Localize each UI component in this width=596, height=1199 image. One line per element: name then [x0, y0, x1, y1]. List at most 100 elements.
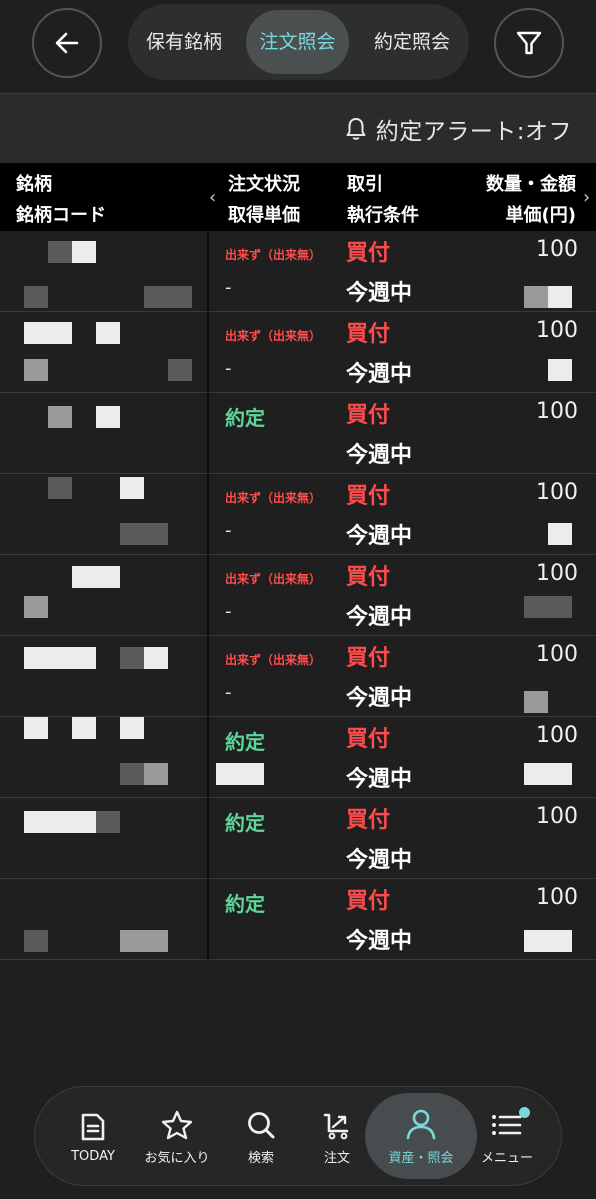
- masked-stock-name: [96, 406, 120, 428]
- masked-unit-price: [216, 763, 264, 785]
- masked-stock-name: [48, 241, 72, 263]
- notification-dot: [519, 1107, 530, 1118]
- header-order-status: 注文状況: [228, 174, 300, 195]
- order-status: 出来ず（出来無）: [225, 247, 322, 262]
- bell-icon: [346, 118, 366, 140]
- table-row[interactable]: 約定 買付 今週中 100: [0, 393, 596, 474]
- document-icon: [81, 1113, 105, 1140]
- masked-stock-code: [24, 286, 48, 308]
- trade-type: 買付: [346, 646, 391, 671]
- back-button[interactable]: [32, 8, 102, 78]
- order-status: 出来ず（出来無）: [225, 328, 322, 343]
- table-row[interactable]: 出来ず（出来無） - 買付 今週中 100: [0, 474, 596, 555]
- trade-type: 買付: [346, 565, 391, 590]
- star-icon: [161, 1110, 193, 1139]
- masked-price: [524, 596, 572, 618]
- cart-icon: [323, 1113, 349, 1139]
- trade-type: 買付: [346, 727, 391, 752]
- masked-price: [548, 523, 572, 545]
- quantity: 100: [536, 480, 578, 505]
- nav-label: TODAY: [71, 1148, 115, 1164]
- tab-execution-inquiry[interactable]: 約定照会: [361, 10, 463, 74]
- nav-item-assets[interactable]: 資産・照会: [365, 1093, 477, 1179]
- filter-button[interactable]: [494, 8, 564, 78]
- nav-item-menu[interactable]: メニュー: [475, 1087, 539, 1187]
- masked-stock-code: [120, 763, 144, 785]
- table-row[interactable]: 出来ず（出来無） - 買付 今週中 100: [0, 231, 596, 312]
- nav-item-search[interactable]: 検索: [233, 1087, 289, 1187]
- header-price: 単価(円): [505, 205, 576, 226]
- masked-stock-name: [120, 647, 144, 669]
- unit-price: -: [225, 277, 232, 298]
- masked-stock-code: [120, 930, 168, 952]
- tab-order-inquiry[interactable]: 注文照会: [246, 10, 349, 74]
- back-arrow-icon: [55, 32, 79, 54]
- execution-condition: 今週中: [346, 767, 413, 792]
- bottom-navigation: TODAY お気に入り 検索 注文 資産・照会 メニュー: [34, 1086, 562, 1186]
- nav-label: 資産・照会: [388, 1150, 454, 1166]
- trade-type: 買付: [346, 484, 391, 509]
- order-status: 出来ず（出来無）: [225, 490, 322, 505]
- quantity: 100: [536, 885, 578, 910]
- alert-status-text: 約定アラート:オフ: [375, 119, 572, 145]
- nav-item-order[interactable]: 注文: [309, 1087, 365, 1187]
- scroll-left-icon[interactable]: ‹: [209, 187, 216, 208]
- table-row[interactable]: 約定 買付 今週中 100: [0, 879, 596, 960]
- table-header: 銘柄 銘柄コード ‹ 注文状況 取得単価 取引 執行条件 数量・金額 単価(円)…: [0, 163, 596, 231]
- person-icon: [406, 1109, 436, 1139]
- order-status: 約定: [225, 405, 265, 430]
- unit-price: -: [225, 601, 232, 622]
- unit-price: -: [225, 358, 232, 379]
- header-trade: 取引: [347, 174, 383, 195]
- order-status: 約定: [225, 729, 265, 754]
- execution-condition: 今週中: [346, 524, 413, 549]
- quantity: 100: [536, 318, 578, 343]
- quantity: 100: [536, 561, 578, 586]
- table-row[interactable]: 出来ず（出来無） - 買付 今週中 100: [0, 312, 596, 393]
- masked-stock-code: [120, 523, 168, 545]
- table-row[interactable]: 約定 買付 今週中 100: [0, 798, 596, 879]
- view-segmented-control: 保有銘柄 注文照会 約定照会: [128, 4, 469, 80]
- unit-price: -: [225, 682, 232, 703]
- masked-stock-code: [144, 286, 192, 308]
- execution-alert-bar[interactable]: 約定アラート:オフ: [0, 93, 596, 163]
- table-row[interactable]: 出来ず（出来無） - 買付 今週中 100: [0, 636, 596, 717]
- execution-condition: 今週中: [346, 686, 413, 711]
- table-row[interactable]: 約定 買付 今週中 100: [0, 717, 596, 798]
- nav-label: 検索: [247, 1150, 274, 1166]
- header-condition: 執行条件: [347, 205, 419, 226]
- masked-stock-name: [72, 717, 96, 739]
- quantity: 100: [536, 642, 578, 667]
- search-icon: [248, 1111, 275, 1138]
- nav-item-favorites[interactable]: お気に入り: [137, 1087, 217, 1187]
- masked-stock-name: [120, 477, 144, 499]
- nav-label: 注文: [323, 1150, 350, 1166]
- quantity: 100: [536, 804, 578, 829]
- trade-type: 買付: [346, 808, 391, 833]
- nav-item-today[interactable]: TODAY: [61, 1087, 125, 1187]
- header-quantity: 数量・金額: [486, 174, 576, 195]
- masked-price: [524, 763, 572, 785]
- nav-label: お気に入り: [144, 1150, 210, 1166]
- quantity: 100: [536, 237, 578, 262]
- top-bar: 保有銘柄 注文照会 約定照会: [0, 0, 596, 92]
- execution-condition: 今週中: [346, 281, 413, 306]
- tab-holdings[interactable]: 保有銘柄: [134, 10, 234, 74]
- execution-condition: 今週中: [346, 605, 413, 630]
- masked-stock-name: [48, 406, 72, 428]
- masked-stock-name: [24, 322, 72, 344]
- trade-type: 買付: [346, 322, 391, 347]
- masked-price: [524, 286, 548, 308]
- trade-type: 買付: [346, 889, 391, 914]
- filter-icon: [516, 31, 542, 55]
- execution-condition: 今週中: [346, 443, 413, 468]
- masked-stock-name: [120, 717, 144, 739]
- masked-price: [548, 286, 572, 308]
- quantity: 100: [536, 399, 578, 424]
- order-status: 約定: [225, 891, 265, 916]
- nav-label: メニュー: [480, 1150, 533, 1166]
- scroll-right-icon[interactable]: ›: [583, 187, 590, 208]
- masked-stock-code: [24, 596, 48, 618]
- table-row[interactable]: 出来ず（出来無） - 買付 今週中 100: [0, 555, 596, 636]
- masked-stock-name: [72, 566, 120, 588]
